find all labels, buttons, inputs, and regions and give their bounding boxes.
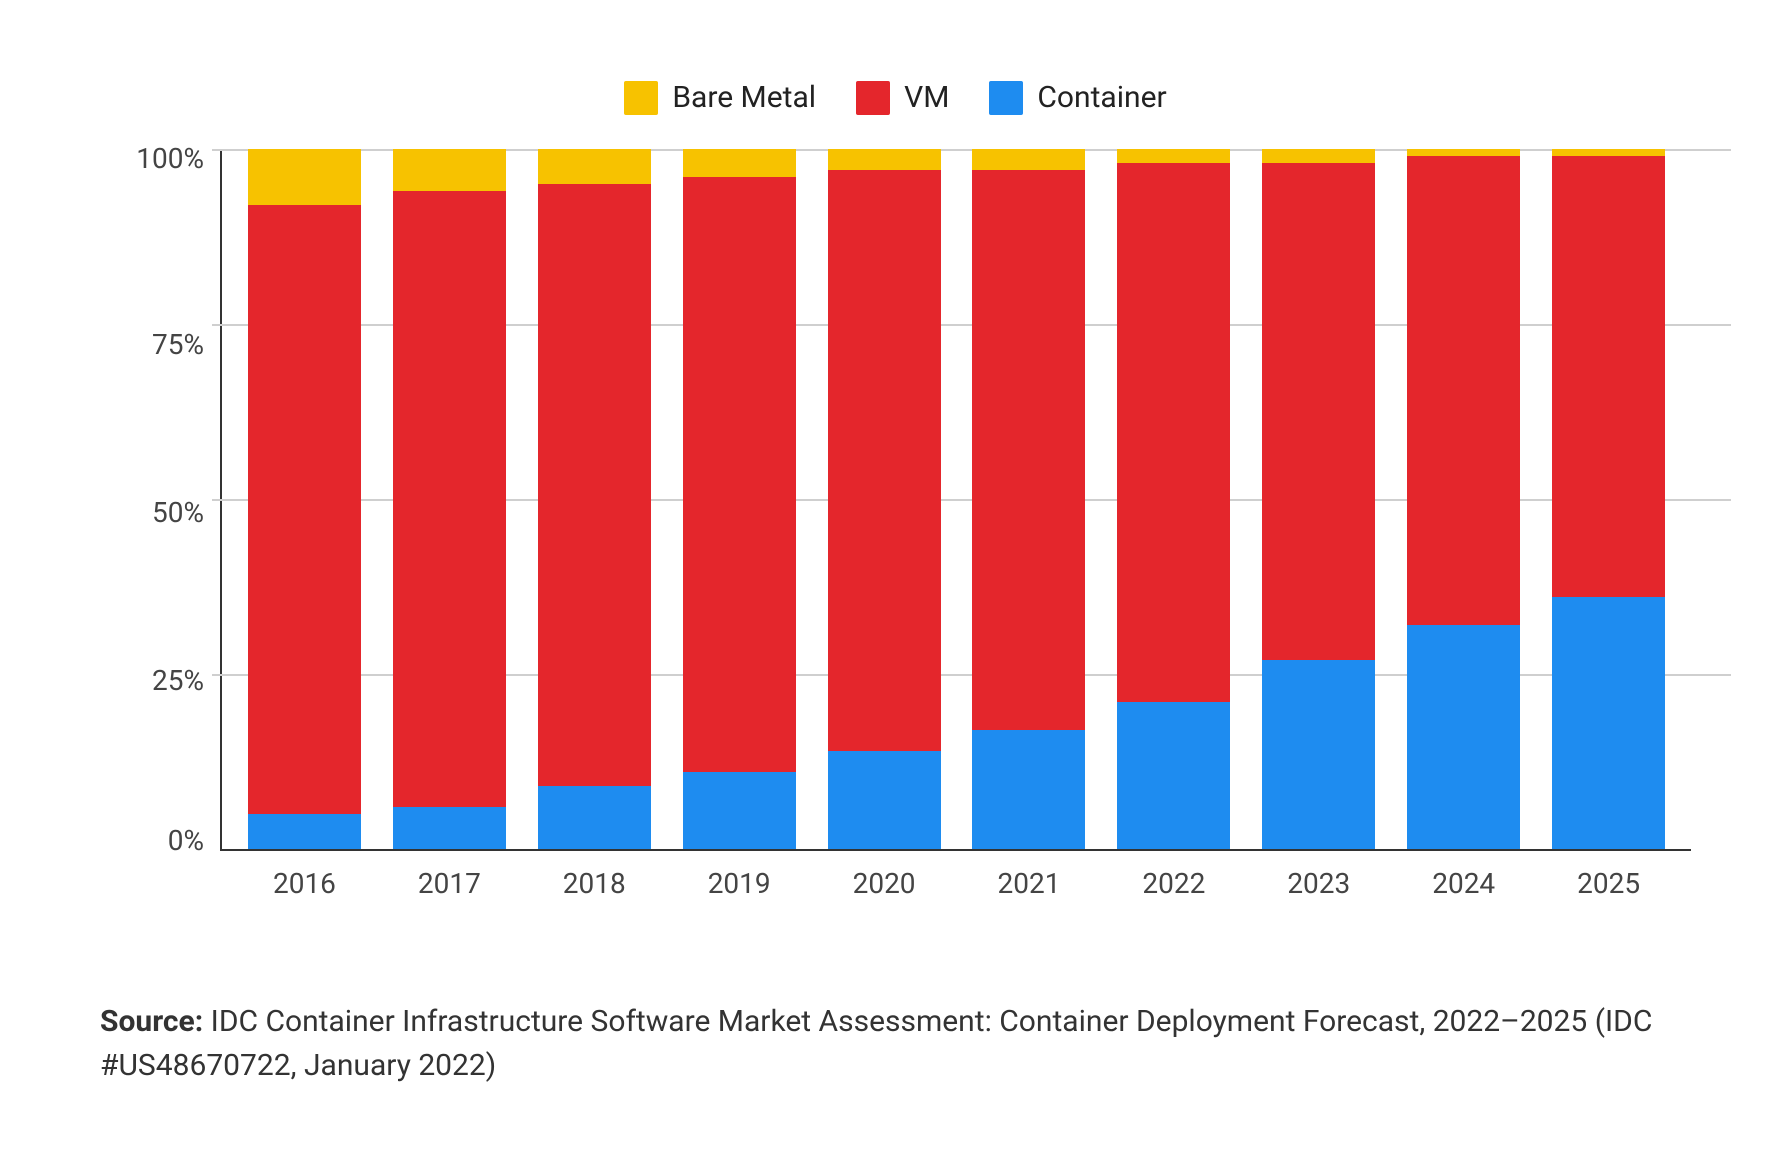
- legend-swatch-vm: [856, 81, 890, 115]
- bar-cell: [522, 149, 667, 849]
- stacked-bar: [248, 149, 361, 849]
- bar-segment-bare-metal: [393, 149, 506, 191]
- legend-item-container: Container: [989, 80, 1166, 115]
- bar-segment-bare-metal: [248, 149, 361, 205]
- bar-cell: [812, 149, 957, 849]
- stacked-bar: [1407, 149, 1520, 849]
- y-tick: 100%: [136, 145, 204, 173]
- y-tick: 50%: [152, 499, 204, 527]
- stacked-bar: [1552, 149, 1665, 849]
- x-tick: 2018: [522, 867, 667, 900]
- bar-cell: [1101, 149, 1246, 849]
- legend-item-bare-metal: Bare Metal: [624, 80, 816, 115]
- legend: Bare Metal VM Container: [100, 80, 1691, 115]
- x-tick: 2021: [957, 867, 1102, 900]
- bar-segment-bare-metal: [1117, 149, 1230, 163]
- bar-segment-container: [972, 730, 1085, 849]
- legend-label: Bare Metal: [672, 80, 816, 115]
- x-tick: 2019: [667, 867, 812, 900]
- y-axis: 100% 75% 50% 25% 0%: [100, 149, 220, 849]
- x-tick: 2023: [1246, 867, 1391, 900]
- y-tick: 25%: [152, 667, 204, 695]
- bar-segment-bare-metal: [1407, 149, 1520, 156]
- stacked-bar: [972, 149, 1085, 849]
- bar-segment-vm: [1117, 163, 1230, 702]
- y-tick: 0%: [168, 827, 204, 855]
- chart: 100% 75% 50% 25% 0%: [100, 149, 1691, 849]
- legend-item-vm: VM: [856, 80, 949, 115]
- bar-segment-container: [538, 786, 651, 849]
- source-label: Source:: [100, 1004, 203, 1039]
- legend-swatch-container: [989, 81, 1023, 115]
- bar-segment-vm: [972, 170, 1085, 730]
- x-tick: 2024: [1391, 867, 1536, 900]
- stacked-bar: [1262, 149, 1375, 849]
- bar-segment-vm: [1552, 156, 1665, 597]
- x-tick: 2022: [1101, 867, 1246, 900]
- bar-segment-container: [1262, 660, 1375, 849]
- bar-segment-bare-metal: [972, 149, 1085, 170]
- bar-segment-container: [1552, 597, 1665, 849]
- bar-segment-bare-metal: [1262, 149, 1375, 163]
- legend-label: Container: [1037, 80, 1166, 115]
- bars-container: [222, 149, 1691, 849]
- bar-segment-bare-metal: [1552, 149, 1665, 156]
- bar-segment-container: [828, 751, 941, 849]
- bar-cell: [667, 149, 812, 849]
- x-axis: 2016201720182019202020212022202320242025: [222, 849, 1691, 900]
- bar-segment-container: [248, 814, 361, 849]
- stacked-bar: [683, 149, 796, 849]
- x-tick: 2025: [1536, 867, 1681, 900]
- y-tick: 75%: [152, 331, 204, 359]
- stacked-bar: [828, 149, 941, 849]
- bar-segment-container: [1407, 625, 1520, 849]
- bar-segment-container: [393, 807, 506, 849]
- bar-segment-vm: [248, 205, 361, 814]
- plot-area: [220, 149, 1691, 851]
- bar-cell: [957, 149, 1102, 849]
- bar-segment-bare-metal: [683, 149, 796, 177]
- stacked-bar: [393, 149, 506, 849]
- x-tick: 2016: [232, 867, 377, 900]
- bar-cell: [1391, 149, 1536, 849]
- bar-segment-container: [1117, 702, 1230, 849]
- x-tick: 2017: [377, 867, 522, 900]
- bar-segment-container: [683, 772, 796, 849]
- bar-segment-vm: [1262, 163, 1375, 660]
- x-tick: 2020: [812, 867, 957, 900]
- bar-segment-bare-metal: [828, 149, 941, 170]
- bar-segment-vm: [683, 177, 796, 772]
- source-text: IDC Container Infrastructure Software Ma…: [100, 1004, 1652, 1083]
- bar-cell: [1246, 149, 1391, 849]
- stacked-bar: [1117, 149, 1230, 849]
- bar-cell: [377, 149, 522, 849]
- stacked-bar: [538, 149, 651, 849]
- bar-segment-vm: [1407, 156, 1520, 625]
- page-root: Bare Metal VM Container 100% 75% 50% 25%…: [0, 0, 1791, 1165]
- legend-swatch-bare-metal: [624, 81, 658, 115]
- bar-segment-vm: [393, 191, 506, 807]
- bar-segment-vm: [828, 170, 941, 751]
- bar-segment-bare-metal: [538, 149, 651, 184]
- bar-cell: [232, 149, 377, 849]
- legend-label: VM: [904, 80, 949, 115]
- bar-segment-vm: [538, 184, 651, 786]
- source-line: Source: IDC Container Infrastructure Sof…: [100, 1000, 1660, 1087]
- bar-cell: [1536, 149, 1681, 849]
